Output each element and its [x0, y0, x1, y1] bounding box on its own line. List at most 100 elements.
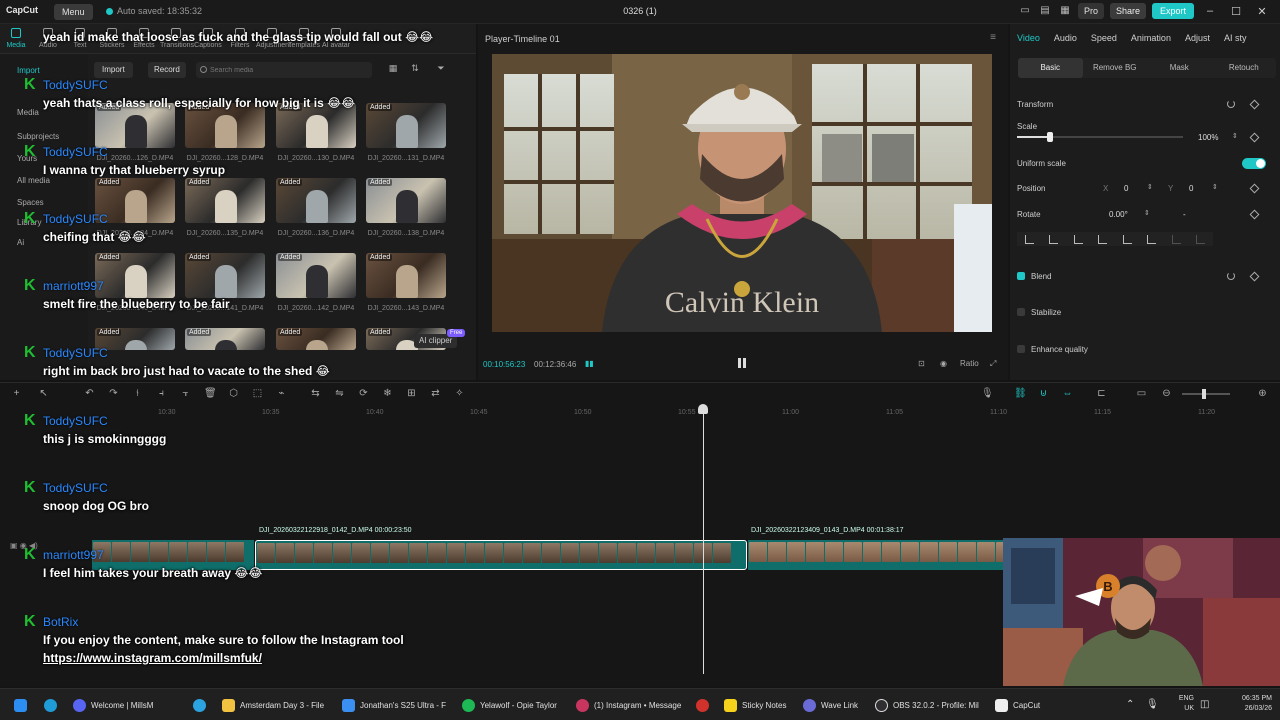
stabilize-checkbox[interactable]: [1017, 308, 1025, 316]
taskbar-phone[interactable]: Jonathan's S25 Ultra - F: [342, 697, 446, 713]
crop-icon[interactable]: ⬚: [252, 388, 263, 399]
taskbar-telegram[interactable]: [193, 697, 211, 713]
sidebar-item-spaces[interactable]: Spaces: [17, 198, 44, 207]
timeline-ruler[interactable]: 10:30 10:35 10:40 10:45 10:50 10:55 11:00 11:05…: [92, 407, 1280, 419]
keyframe-position-icon[interactable]: [1249, 183, 1260, 194]
enhance-quality-label[interactable]: Enhance quality: [1031, 345, 1088, 354]
subtab-mask[interactable]: Mask: [1147, 58, 1212, 78]
stabilize-label[interactable]: Stabilize: [1031, 308, 1061, 317]
link-icon[interactable]: ⛓: [1014, 388, 1027, 399]
keyframe-transform-icon[interactable]: [1249, 99, 1260, 110]
speed-icon[interactable]: ⌁: [276, 388, 287, 399]
keyframe-scale-icon[interactable]: [1249, 132, 1260, 143]
pause-button[interactable]: [737, 358, 747, 369]
taskbar-sticky-notes[interactable]: Sticky Notes: [724, 697, 786, 713]
preview-axis-icon[interactable]: ⊏: [1096, 388, 1107, 399]
timeline-clip-selected[interactable]: [255, 540, 747, 570]
taskbar-app-red[interactable]: [696, 697, 714, 713]
position-y-field[interactable]: 0: [1189, 184, 1193, 193]
taskbar-obs[interactable]: OBS 32.0.2 - Profile: Mil: [875, 697, 979, 713]
fullscreen-icon[interactable]: ⤢: [990, 359, 996, 369]
reset-transform-icon[interactable]: [1227, 100, 1235, 108]
snap-icon[interactable]: ⇔: [1062, 388, 1073, 399]
tab-ai-style[interactable]: AI sty: [1217, 24, 1254, 52]
align-left-icon[interactable]: [1024, 234, 1034, 244]
reverse-icon[interactable]: ⇆: [310, 388, 321, 399]
record-button[interactable]: Record: [148, 62, 186, 78]
layout-icon[interactable]: ▭: [1018, 4, 1032, 18]
ai-tool-icon[interactable]: ✧: [454, 388, 465, 399]
zoom-in-icon[interactable]: ⊕: [1257, 388, 1268, 399]
rotate-icon[interactable]: ⟳: [358, 388, 369, 399]
freeze-icon[interactable]: ❄: [382, 388, 393, 399]
position-y-stepper-icon[interactable]: ⇕: [1212, 183, 1218, 191]
enhance-quality-checkbox[interactable]: [1017, 345, 1025, 353]
align-top-icon[interactable]: [1098, 234, 1108, 244]
playhead[interactable]: [703, 406, 704, 674]
align-right-icon[interactable]: [1073, 234, 1083, 244]
clock[interactable]: 06:35 PM 26/03/26: [1242, 694, 1272, 714]
scale-slider[interactable]: [1017, 132, 1183, 142]
media-thumbnail[interactable]: Added: [185, 178, 265, 223]
media-thumbnail[interactable]: Added: [366, 178, 446, 223]
chat-link[interactable]: https://www.instagram.com/millsmfuk/: [43, 651, 262, 665]
rotate-stepper-icon[interactable]: ⇕: [1144, 209, 1150, 217]
microphone-icon[interactable]: 🎙: [981, 388, 994, 399]
caption-icon[interactable]: ▭: [1136, 388, 1147, 399]
sidebar-item-ai[interactable]: Ai: [17, 238, 24, 247]
media-thumbnail[interactable]: Added: [366, 103, 446, 148]
position-x-field[interactable]: 0: [1124, 184, 1128, 193]
redo-icon[interactable]: ↷: [108, 388, 119, 399]
sidebar-item-import[interactable]: Import: [17, 66, 40, 75]
media-thumbnail[interactable]: Added: [95, 253, 175, 298]
marker-icon[interactable]: ⬡: [228, 388, 239, 399]
maximize-icon[interactable]: ☐: [1226, 5, 1246, 18]
rotate-flip-button[interactable]: -: [1183, 210, 1186, 219]
blend-label[interactable]: Blend: [1031, 272, 1051, 281]
mirror-icon[interactable]: ⇋: [334, 388, 345, 399]
tab-video[interactable]: Video: [1010, 24, 1047, 52]
replace-icon[interactable]: ⇄: [430, 388, 441, 399]
start-button[interactable]: [14, 697, 32, 713]
network-icon[interactable]: ◫: [1200, 699, 1209, 710]
keyboard-icon[interactable]: ▦: [1058, 4, 1072, 18]
sidebar-item-subprojects[interactable]: Subprojects: [17, 132, 59, 141]
undo-icon[interactable]: ↶: [84, 388, 95, 399]
pro-button[interactable]: Pro: [1077, 3, 1104, 19]
media-thumbnail[interactable]: Added: [276, 328, 356, 350]
track-lock-icon[interactable]: ▣: [10, 541, 18, 550]
taskbar-discord[interactable]: Welcome | MillsM: [73, 697, 153, 713]
sidebar-item-all-media[interactable]: All media: [17, 176, 50, 185]
rotate-field[interactable]: 0.00°: [1109, 210, 1128, 219]
tab-adjust[interactable]: Adjust: [1178, 24, 1217, 52]
menu-button[interactable]: Menu: [54, 4, 93, 20]
scale-stepper-icon[interactable]: ⇕: [1232, 132, 1238, 140]
filter-icon[interactable]: ⏷: [434, 63, 448, 77]
media-thumbnail[interactable]: Added: [185, 328, 265, 350]
zoom-out-icon[interactable]: ⊖: [1161, 388, 1172, 399]
split-left-icon[interactable]: ⫞: [156, 388, 167, 399]
grid-view-icon[interactable]: ▦: [386, 63, 400, 77]
tool-tab-media[interactable]: Media: [0, 24, 32, 54]
export-button[interactable]: Export: [1151, 3, 1194, 19]
sidebar-item-media[interactable]: Media: [17, 108, 39, 117]
keyframe-rotate-icon[interactable]: [1249, 209, 1260, 220]
tab-audio[interactable]: Audio: [1047, 24, 1084, 52]
minimize-icon[interactable]: –: [1200, 5, 1220, 17]
tab-animation[interactable]: Animation: [1124, 24, 1178, 52]
align-center-icon[interactable]: [1049, 234, 1059, 244]
timeline-zoom-slider[interactable]: [1182, 389, 1230, 399]
taskbar-explorer[interactable]: Amsterdam Day 3 - File: [222, 697, 324, 713]
blend-checkbox[interactable]: [1017, 272, 1025, 280]
align-middle-icon[interactable]: [1122, 234, 1132, 244]
select-tool-icon[interactable]: ↖: [38, 388, 49, 399]
subtab-retouch[interactable]: Retouch: [1212, 58, 1277, 78]
taskbar-instagram[interactable]: (1) Instagram • Message: [576, 697, 681, 713]
taskbar-edge[interactable]: [44, 697, 62, 713]
position-x-stepper-icon[interactable]: ⇕: [1147, 183, 1153, 191]
tab-speed[interactable]: Speed: [1084, 24, 1124, 52]
taskbar-spotify[interactable]: Yelawolf - Opie Taylor: [462, 697, 557, 713]
split-right-icon[interactable]: ⫟: [180, 388, 191, 399]
transform-label[interactable]: Transform: [1017, 100, 1053, 109]
keyframe-blend-icon[interactable]: [1249, 271, 1260, 282]
